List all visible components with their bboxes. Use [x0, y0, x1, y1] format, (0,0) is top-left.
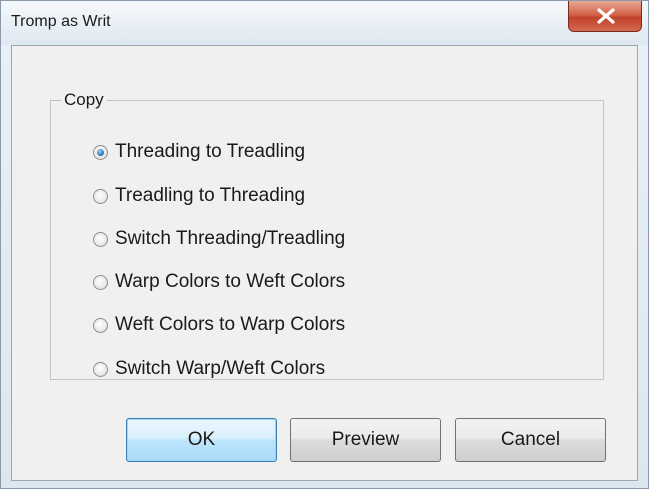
radio-button[interactable] [93, 231, 108, 247]
radio-button[interactable] [93, 361, 108, 377]
radio-button[interactable] [93, 274, 108, 290]
radio-label: Threading to Treadling [115, 141, 306, 162]
radio-threading-to-treadling[interactable]: Threading to Treadling [93, 137, 305, 167]
title-bar[interactable]: Tromp as Writ [1, 1, 648, 45]
radio-button[interactable] [93, 144, 108, 160]
dialog-window: Tromp as Writ Copy Threading to Treadlin… [0, 0, 649, 489]
radio-switch-warp-weft-colors[interactable]: Switch Warp/Weft Colors [93, 354, 325, 384]
cancel-button[interactable]: Cancel [455, 418, 606, 462]
window-title: Tromp as Writ [11, 13, 111, 30]
radio-label: Switch Warp/Weft Colors [115, 358, 326, 379]
dialog-body: Copy Threading to Treadling Treadling to… [11, 45, 638, 481]
radio-switch-threading-treadling[interactable]: Switch Threading/Treadling [93, 224, 345, 254]
ok-button[interactable]: OK [126, 418, 277, 462]
radio-warp-to-weft-colors[interactable]: Warp Colors to Weft Colors [93, 267, 345, 297]
copy-groupbox: Copy Threading to Treadling Treadling to… [50, 90, 604, 380]
radio-label: Weft Colors to Warp Colors [115, 314, 346, 335]
radio-label: Treadling to Threading [115, 185, 306, 206]
radio-treadling-to-threading[interactable]: Treadling to Threading [93, 181, 305, 211]
radio-button[interactable] [93, 188, 108, 204]
radio-weft-to-warp-colors[interactable]: Weft Colors to Warp Colors [93, 310, 345, 340]
close-button[interactable] [568, 1, 642, 32]
close-icon [597, 8, 615, 24]
radio-label: Warp Colors to Weft Colors [115, 271, 346, 292]
radio-label: Switch Threading/Treadling [115, 228, 346, 249]
preview-button[interactable]: Preview [290, 418, 441, 462]
radio-button[interactable] [93, 317, 108, 333]
group-label: Copy [61, 90, 107, 110]
